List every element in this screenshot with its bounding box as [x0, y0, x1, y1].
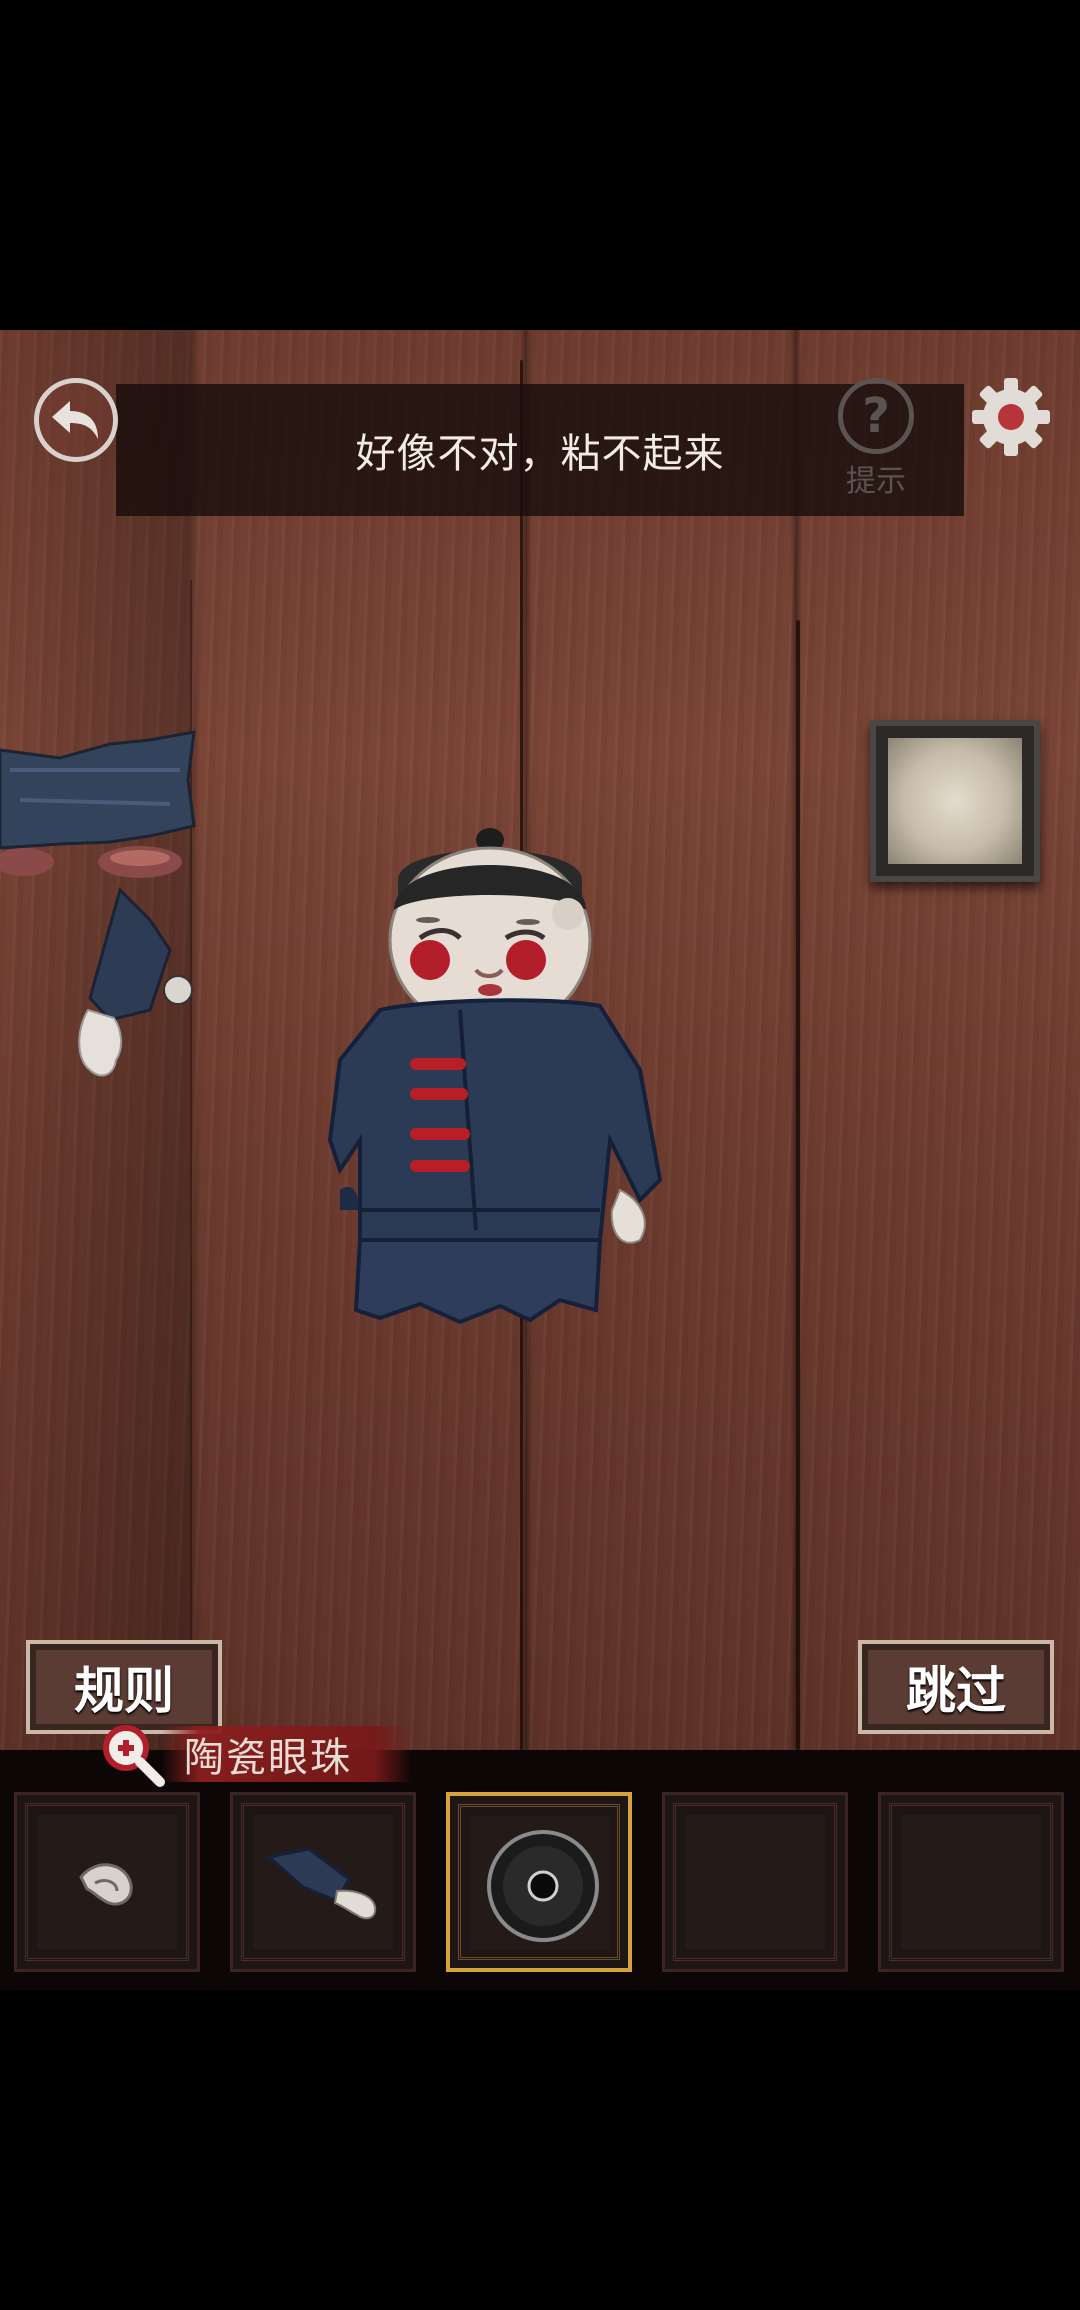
zoom-in-icon[interactable]	[98, 1720, 166, 1788]
inventory-slot-2[interactable]	[230, 1792, 416, 1972]
skip-button[interactable]: 跳过	[858, 1640, 1054, 1734]
powder-tray[interactable]	[870, 720, 1040, 882]
inventory-slot-4[interactable]	[662, 1792, 848, 1972]
gear-icon	[972, 378, 1050, 456]
inventory-slot-1[interactable]	[14, 1792, 200, 1972]
slot-background	[901, 1815, 1041, 1949]
top-black-area	[0, 0, 1080, 330]
rules-label: 规则	[74, 1662, 174, 1720]
slot-background	[685, 1815, 825, 1949]
skip-label: 跳过	[906, 1662, 1006, 1720]
hint-button[interactable]: ? 提示	[830, 378, 922, 499]
ceramic-arm-icon	[265, 1847, 377, 1920]
back-button[interactable]	[34, 378, 118, 462]
back-arrow-icon	[52, 401, 98, 439]
doll-legs-piece[interactable]	[0, 730, 200, 900]
message-text: 好像不对，粘不起来	[355, 431, 725, 477]
hint-label: 提示	[846, 464, 906, 499]
ceramic-doll-figure[interactable]	[300, 810, 680, 1340]
question-icon: ?	[838, 378, 914, 454]
settings-button[interactable]	[968, 374, 1054, 460]
selected-item-label[interactable]: 陶瓷眼珠	[92, 1718, 412, 1790]
ceramic-ear-icon	[79, 1863, 133, 1906]
powder	[888, 738, 1022, 864]
inventory-slot-5[interactable]	[878, 1792, 1064, 1972]
item-name: 陶瓷眼珠	[184, 1735, 352, 1781]
ceramic-eyeball-icon	[487, 1830, 599, 1942]
inventory-slot-3[interactable]	[446, 1792, 632, 1972]
wood-crack	[796, 620, 800, 1750]
doll-arm-piece[interactable]	[70, 880, 200, 1090]
